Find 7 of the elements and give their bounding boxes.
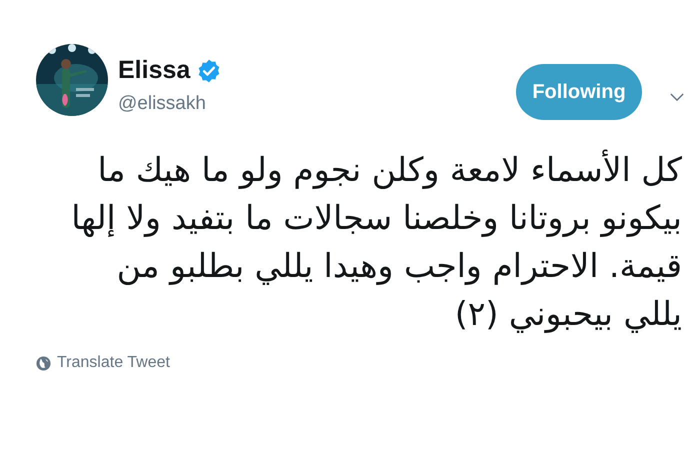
- author-name: Elissa: [118, 56, 190, 85]
- chevron-down-icon[interactable]: [670, 93, 684, 102]
- author-handle: @elissakh: [118, 93, 207, 115]
- following-button[interactable]: Following: [516, 64, 642, 120]
- globe-icon: [36, 356, 51, 370]
- tweet-text: كل الأسماء لامعة وكلن نجوم ولو ما هيك ما بيكونو بروتانا وخلصنا سجالات ما بتفيد ولا إلها قيمة. الاحترام واجب وهيدا يللي بطلبو من يللي بيحبوني (٢): [70, 148, 682, 335]
- translate-link[interactable]: Translate Tweet: [57, 354, 170, 372]
